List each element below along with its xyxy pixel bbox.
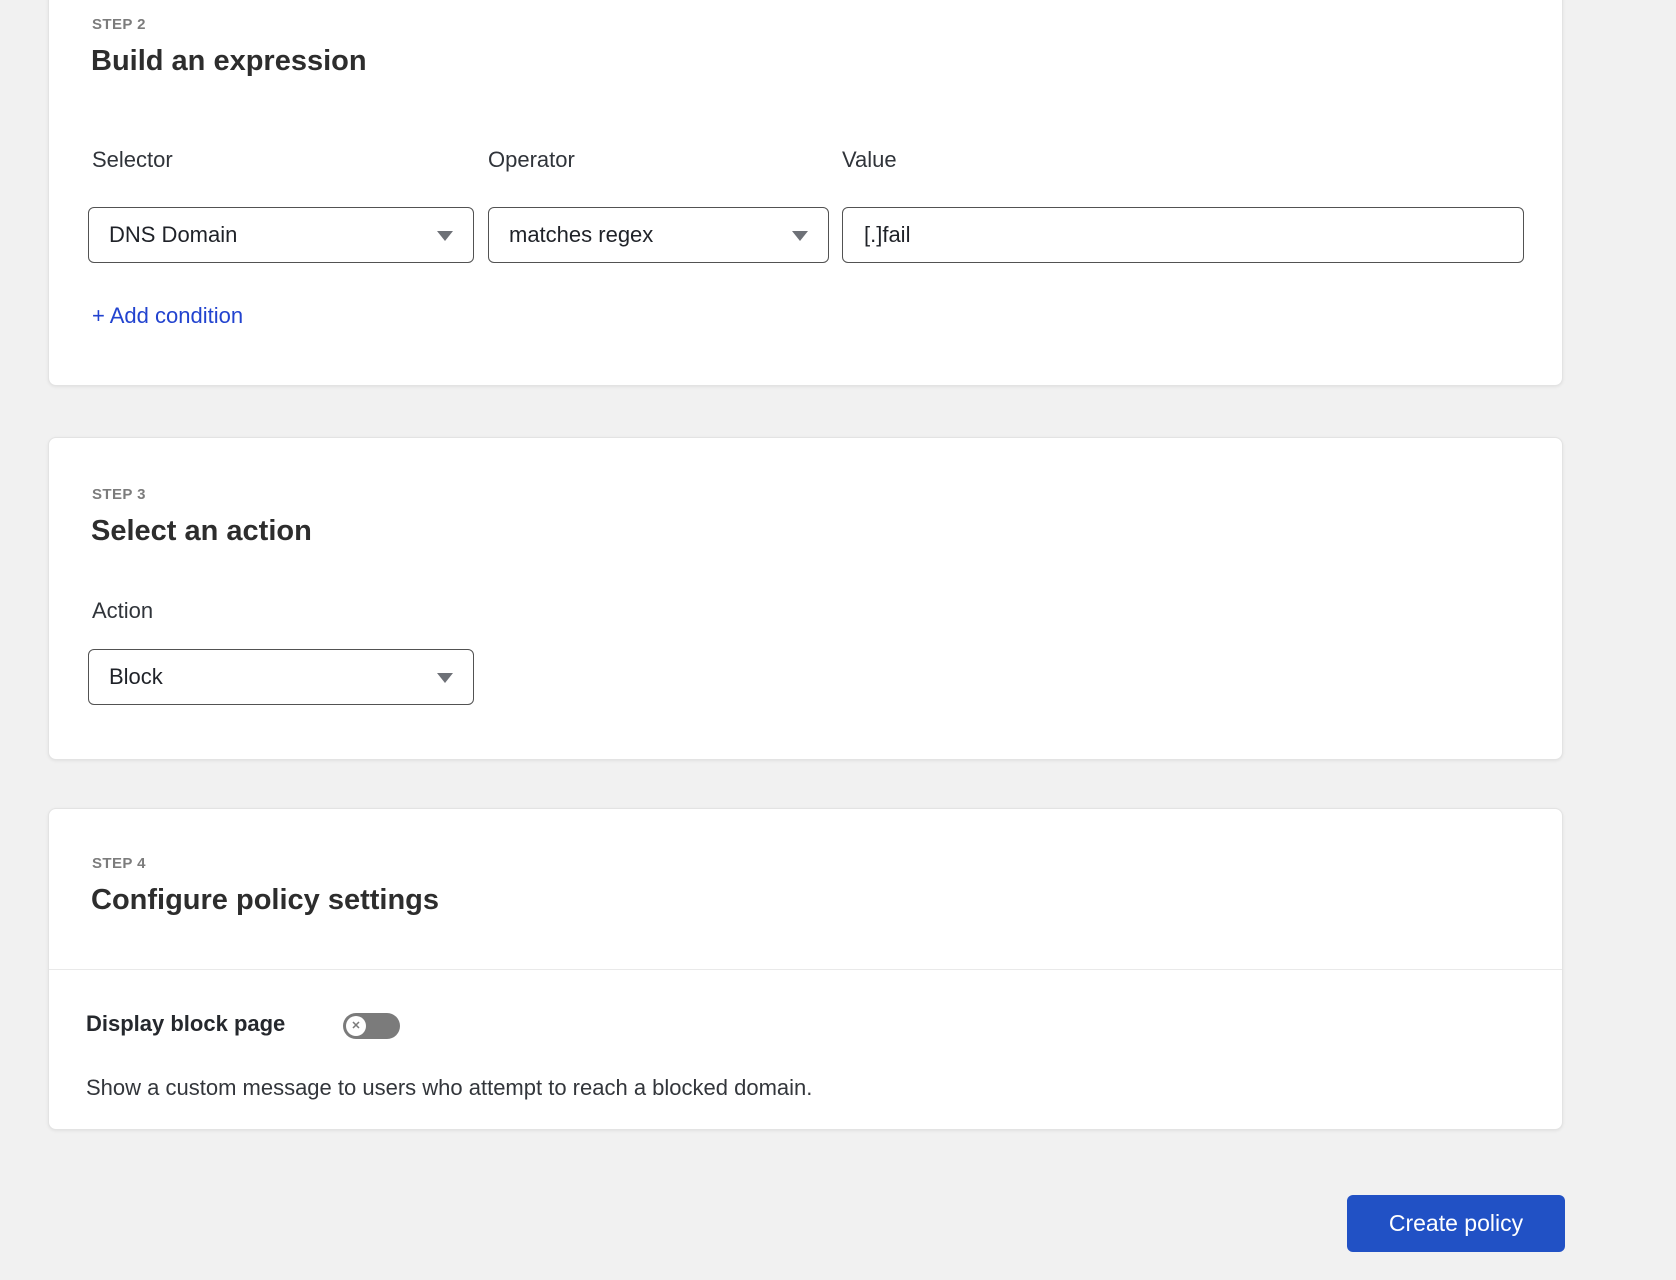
operator-dropdown[interactable]: matches regex [488,207,829,263]
display-block-page-label: Display block page [86,1011,286,1036]
display-block-page-description: Show a custom message to users who attem… [86,1075,813,1100]
step4-card: STEP 4 Configure policy settings Display… [48,808,1563,1130]
step3-title: Select an action [91,515,312,547]
action-dropdown-value: Block [109,664,163,689]
action-field-label: Action [92,598,154,623]
add-condition-link[interactable]: + Add condition [92,303,243,329]
selector-dropdown[interactable]: DNS Domain [88,207,474,263]
action-dropdown[interactable]: Block [88,649,474,705]
selector-dropdown-value: DNS Domain [109,222,238,247]
card-divider [49,969,1562,970]
chevron-down-icon [437,231,453,241]
step2-card: STEP 2 Build an expression Selector Oper… [48,0,1563,386]
chevron-down-icon [437,673,453,683]
toggle-off-x-icon: ✕ [346,1016,366,1036]
value-input[interactable] [842,207,1524,263]
operator-dropdown-value: matches regex [509,222,654,247]
chevron-down-icon [792,231,808,241]
create-policy-button[interactable]: Create policy [1347,1195,1565,1252]
display-block-page-toggle[interactable]: ✕ [343,1013,400,1039]
value-field-label: Value [842,147,897,172]
step2-title: Build an expression [91,45,367,77]
step4-label: STEP 4 [92,855,146,872]
step2-label: STEP 2 [92,16,146,33]
step4-title: Configure policy settings [91,884,440,916]
operator-field-label: Operator [488,147,575,172]
step3-label: STEP 3 [92,486,146,503]
step3-card: STEP 3 Select an action Action Block [48,437,1563,760]
selector-field-label: Selector [92,147,173,172]
